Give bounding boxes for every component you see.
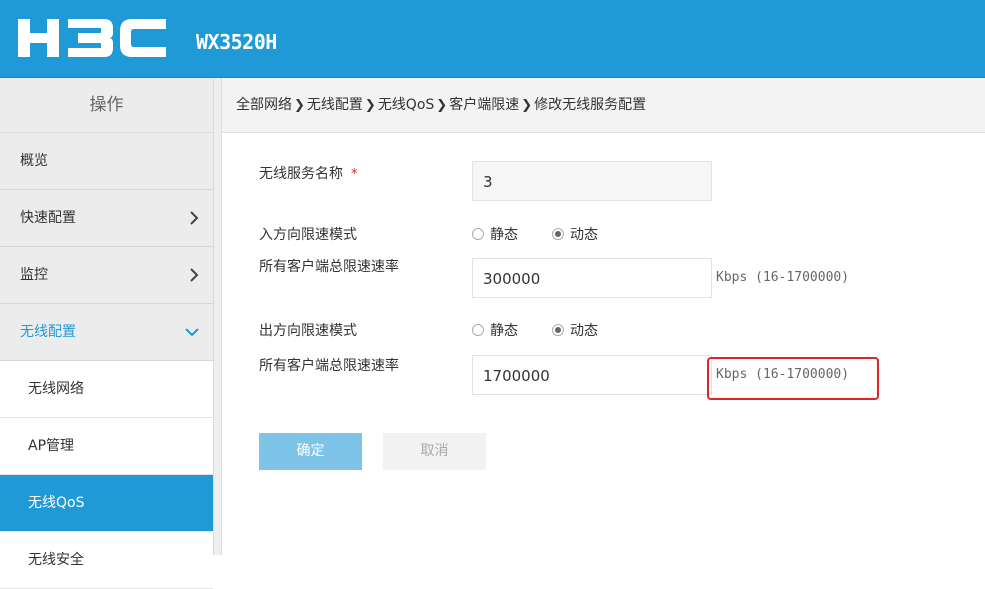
breadcrumb-item-current: 修改无线服务配置: [534, 97, 647, 113]
sidebar-item-quick-config[interactable]: 快速配置: [0, 190, 213, 247]
cancel-button[interactable]: 取消: [383, 433, 486, 470]
radio-label: 动态: [570, 323, 598, 339]
radio-checked-icon: [552, 228, 564, 240]
top-header-bar: WX3520H: [0, 0, 985, 78]
sidebar-subitem-label: AP管理: [28, 438, 75, 454]
sidebar-subitem-label: 无线QoS: [28, 495, 85, 511]
sidebar-item-monitor[interactable]: 监控: [0, 247, 213, 304]
outbound-static-radio[interactable]: 静态: [472, 320, 518, 340]
radio-unchecked-icon: [472, 324, 484, 336]
radio-label: 静态: [490, 227, 518, 243]
inbound-rate-unit: Kbps (16-1700000): [716, 270, 850, 285]
required-mark: *: [351, 167, 358, 182]
breadcrumb-item-wireless-config[interactable]: 无线配置: [307, 97, 363, 113]
breadcrumb-item-client-rate-limit[interactable]: 客户端限速: [449, 97, 519, 113]
inbound-rate-input[interactable]: 300000: [472, 258, 712, 298]
chevron-down-icon: [185, 304, 199, 361]
sidebar-item-label: 监控: [20, 267, 48, 283]
sidebar-title: 操作: [0, 78, 213, 133]
sidebar-item-overview[interactable]: 概览: [0, 133, 213, 190]
radio-label: 静态: [490, 323, 518, 339]
sidebar-subitem-label: 无线安全: [28, 552, 84, 568]
sidebar-subitem-wireless-security[interactable]: 无线安全: [0, 532, 213, 589]
outbound-rate-input[interactable]: 1700000: [472, 355, 712, 395]
sidebar-item-label: 快速配置: [20, 210, 76, 226]
chevron-right-icon: [189, 190, 199, 247]
breadcrumb: 全部网络 ❯ 无线配置 ❯ 无线QoS ❯ 客户端限速 ❯ 修改无线服务配置: [222, 78, 985, 133]
breadcrumb-separator-icon: ❯: [364, 98, 376, 113]
sidebar-item-label: 无线配置: [20, 324, 76, 340]
service-name-label-text: 无线服务名称: [259, 166, 343, 182]
radio-checked-icon: [552, 324, 564, 336]
sidebar-subitem-wireless-network[interactable]: 无线网络: [0, 361, 213, 418]
confirm-button[interactable]: 确定: [259, 433, 362, 470]
sidebar-item-label: 概览: [20, 153, 48, 169]
h3c-logo: [18, 19, 166, 57]
outbound-rate-label: 所有客户端总限速速率: [259, 358, 399, 374]
outbound-mode-label: 出方向限速模式: [259, 323, 357, 339]
inbound-mode-label: 入方向限速模式: [259, 227, 357, 243]
device-model: WX3520H: [196, 30, 277, 54]
service-name-label: 无线服务名称 *: [259, 163, 358, 183]
sidebar-subitem-label: 无线网络: [28, 381, 84, 397]
breadcrumb-item-all-networks[interactable]: 全部网络: [236, 97, 292, 113]
annotation-highlight-box: [707, 357, 879, 400]
radio-unchecked-icon: [472, 228, 484, 240]
breadcrumb-separator-icon: ❯: [436, 98, 448, 113]
breadcrumb-separator-icon: ❯: [294, 98, 305, 113]
inbound-static-radio[interactable]: 静态: [472, 224, 518, 244]
inbound-dynamic-radio[interactable]: 动态: [552, 224, 598, 244]
service-name-field: 3: [472, 161, 712, 201]
inbound-rate-label: 所有客户端总限速速率: [259, 259, 399, 275]
sidebar-splitter[interactable]: [214, 78, 222, 555]
sidebar-subitem-ap-management[interactable]: AP管理: [0, 418, 213, 475]
breadcrumb-separator-icon: ❯: [521, 98, 533, 113]
sidebar-subitem-wireless-qos[interactable]: 无线QoS: [0, 475, 213, 532]
chevron-right-icon: [189, 247, 199, 304]
sidebar-item-wireless-config[interactable]: 无线配置: [0, 304, 213, 361]
outbound-dynamic-radio[interactable]: 动态: [552, 320, 598, 340]
sidebar-nav: 操作 概览 快速配置 监控 无线配置 无线网络 AP管理 无线QoS 无线安全: [0, 78, 214, 589]
breadcrumb-item-wireless-qos[interactable]: 无线QoS: [378, 97, 434, 113]
radio-label: 动态: [570, 227, 598, 243]
